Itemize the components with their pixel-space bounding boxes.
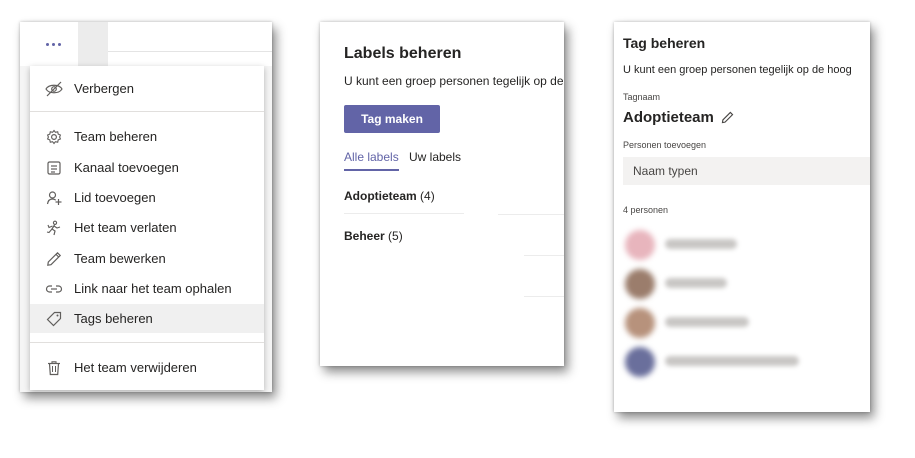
menu-item-kanaal-toevoegen[interactable]: Kanaal toevoegen	[30, 153, 264, 182]
avatar	[625, 269, 655, 299]
link-icon	[44, 280, 64, 298]
add-member-icon	[44, 189, 64, 207]
avatar	[625, 347, 655, 377]
menu-item-label: Lid toevoegen	[74, 190, 156, 205]
menu-item-team-verlaten[interactable]: Het team verlaten	[30, 213, 264, 242]
create-tag-button[interactable]: Tag maken	[344, 105, 440, 133]
team-context-menu-panel: Verbergen Team beheren Kanaal toevoegen …	[20, 22, 272, 392]
name-input[interactable]: Naam typen	[623, 157, 870, 185]
trash-icon	[44, 359, 64, 377]
tagname-label: Tagnaam	[623, 92, 661, 102]
avatar	[625, 308, 655, 338]
person-name-blurred	[665, 278, 727, 288]
divider	[108, 51, 272, 52]
menu-item-lid-toevoegen[interactable]: Lid toevoegen	[30, 183, 264, 212]
label-name: Beheer	[344, 229, 385, 243]
menu-item-label: Kanaal toevoegen	[74, 160, 179, 175]
panel-description: U kunt een groep personen tegelijk op de…	[623, 64, 852, 76]
add-people-label: Personen toevoegen	[623, 140, 707, 150]
menu-item-label: Het team verwijderen	[74, 360, 197, 375]
panel-title: Tag beheren	[623, 35, 706, 51]
menu-item-label: Link naar het team ophalen	[74, 281, 232, 296]
menu-item-label: Team bewerken	[74, 251, 166, 266]
menu-item-tags-beheren[interactable]: Tags beheren	[30, 304, 264, 333]
menu-item-label: Team beheren	[74, 129, 158, 144]
more-options-icon	[45, 42, 49, 46]
person-name-blurred	[665, 356, 799, 366]
gear-icon	[44, 128, 64, 146]
divider	[524, 296, 564, 297]
menu-item-team-beheren[interactable]: Team beheren	[30, 122, 264, 151]
person-row	[625, 308, 825, 338]
active-tab-indicator	[344, 169, 399, 171]
menu-item-label: Verbergen	[74, 81, 134, 96]
menu-item-label: Het team verlaten	[74, 220, 177, 235]
edit-pencil-icon[interactable]	[721, 111, 734, 124]
manage-tag-panel: Tag beheren U kunt een groep personen te…	[614, 22, 870, 412]
add-channel-icon	[44, 159, 64, 177]
menu-item-link-ophalen[interactable]: Link naar het team ophalen	[30, 274, 264, 303]
tag-icon	[44, 310, 64, 328]
divider	[524, 255, 564, 256]
menu-item-team-bewerken[interactable]: Team bewerken	[30, 244, 264, 273]
context-menu: Verbergen Team beheren Kanaal toevoegen …	[30, 66, 264, 390]
person-row	[625, 230, 825, 260]
menu-item-team-verwijderen[interactable]: Het team verwijderen	[30, 353, 264, 382]
label-name: Adoptieteam	[344, 189, 417, 203]
divider	[344, 213, 464, 214]
menu-item-verbergen[interactable]: Verbergen	[30, 74, 264, 103]
manage-labels-panel: Labels beheren U kunt een groep personen…	[320, 22, 564, 366]
label-count: (5)	[388, 229, 403, 243]
leave-team-icon	[44, 219, 64, 237]
avatar	[625, 230, 655, 260]
person-name-blurred	[665, 317, 749, 327]
hide-icon	[44, 80, 64, 98]
people-count: 4 personen	[623, 205, 669, 215]
person-name-blurred	[665, 239, 737, 249]
label-row-beheer[interactable]: Beheer (5)	[344, 229, 403, 243]
person-row	[625, 269, 825, 299]
divider	[498, 214, 564, 215]
tag-name-row: Adoptieteam	[623, 109, 734, 126]
pencil-icon	[44, 250, 64, 268]
tag-name: Adoptieteam	[623, 109, 714, 126]
panel-description: U kunt een groep personen tegelijk op de	[344, 74, 564, 88]
panel-title: Labels beheren	[344, 45, 462, 62]
menu-separator	[30, 111, 264, 112]
menu-item-label: Tags beheren	[74, 311, 153, 326]
selected-team-highlight	[78, 22, 108, 66]
label-row-adoptieteam[interactable]: Adoptieteam (4)	[344, 189, 435, 203]
person-row	[625, 347, 825, 377]
more-options-button[interactable]	[34, 31, 72, 57]
label-count: (4)	[420, 189, 435, 203]
menu-separator	[30, 342, 264, 343]
tab-all-labels[interactable]: Alle labels	[344, 150, 399, 164]
tab-your-labels[interactable]: Uw labels	[409, 150, 461, 164]
